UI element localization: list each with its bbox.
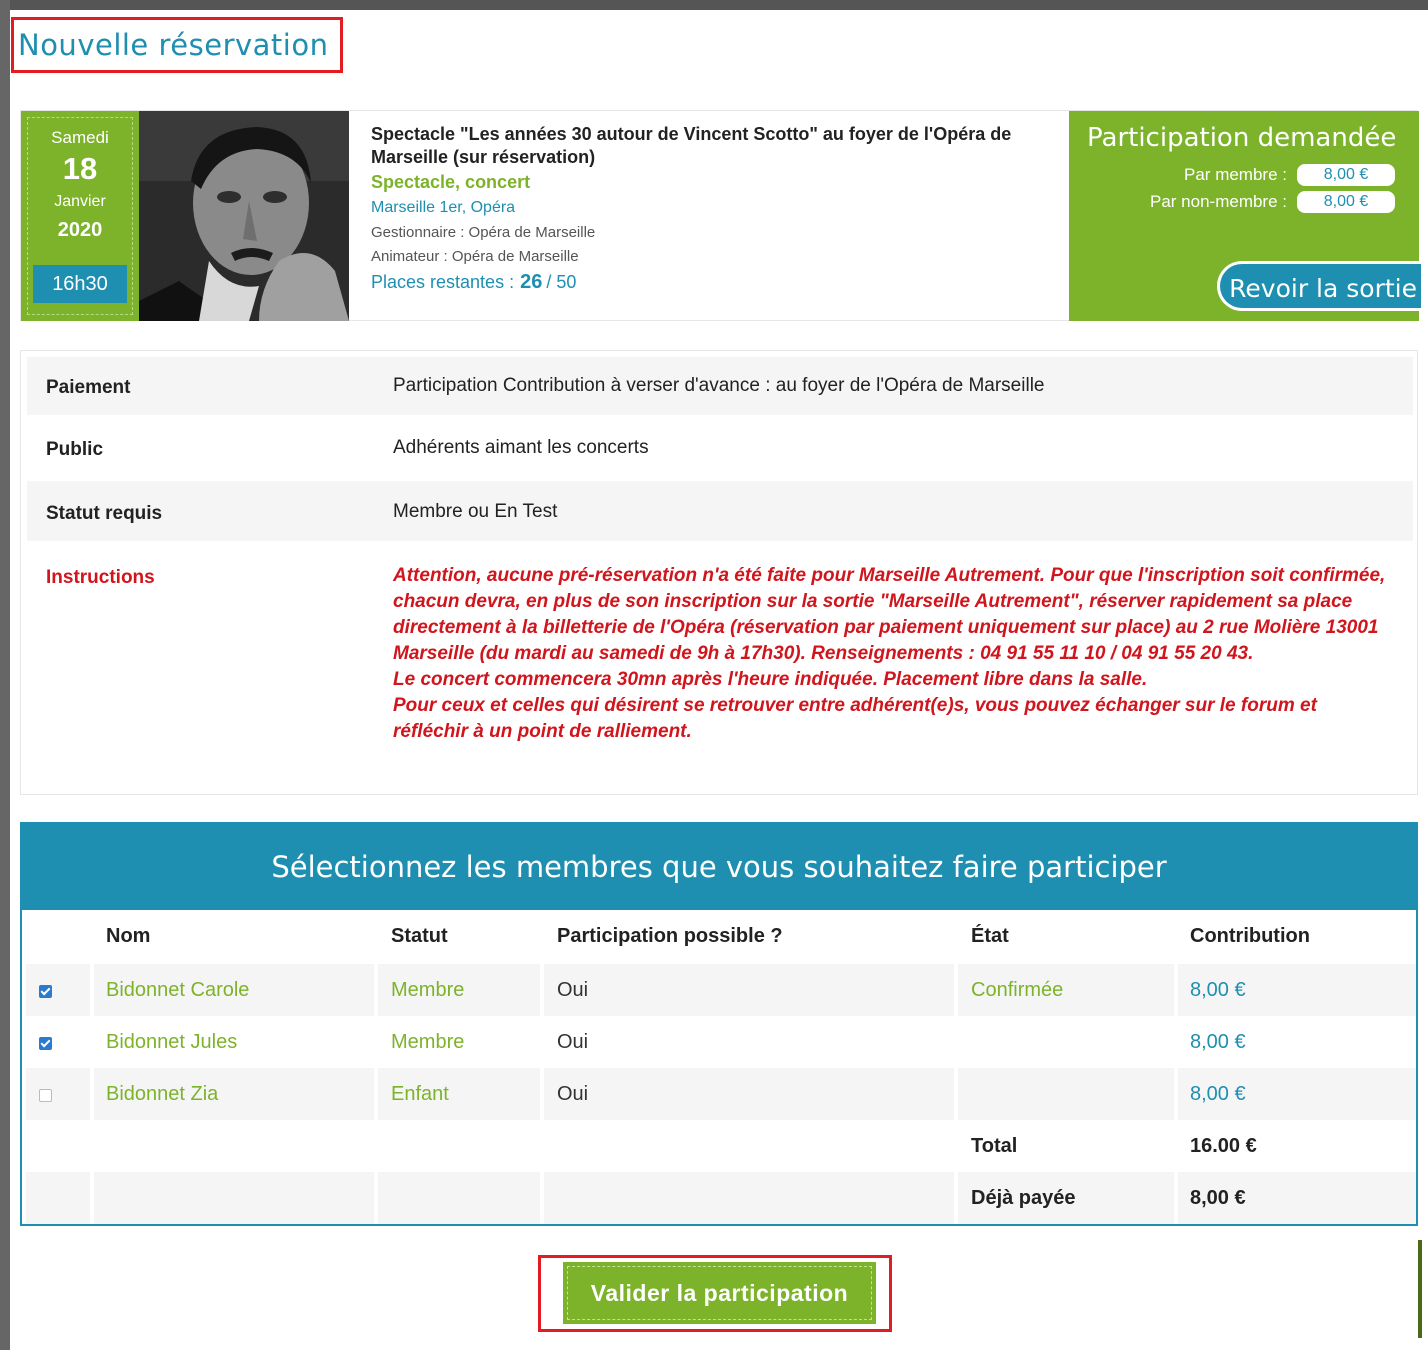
checkbox-cell (26, 1068, 90, 1120)
validate-participation-button[interactable]: Valider la participation (563, 1262, 876, 1324)
payment-label: Paiement (46, 377, 131, 398)
participation-title: Participation demandée (1087, 123, 1397, 153)
column-header-name: Nom (106, 925, 151, 947)
non-member-price-row: Par non-membre : 8,00 € (1150, 191, 1395, 213)
participation-panel: Participation demandée Par membre : 8,00… (1069, 111, 1421, 321)
page-title: Nouvelle réservation (18, 28, 329, 62)
places-total: / 50 (546, 272, 577, 292)
instructions-paragraph-1: Attention, aucune pré-réservation n'a ét… (393, 565, 1386, 664)
empty-cell (26, 1120, 90, 1172)
member-status: Membre (391, 1031, 465, 1053)
back-to-outing-button[interactable]: Revoir la sortie (1217, 261, 1421, 311)
paid-label: Déjà payée (958, 1172, 1174, 1224)
member-possible: Oui (544, 1068, 954, 1120)
payment-value: Participation Contribution à verser d'av… (393, 375, 1045, 396)
member-contribution: 8,00 € (1178, 964, 1416, 1016)
event-host: Animateur : Opéra de Marseille (371, 248, 579, 265)
public-value: Adhérents aimant les concerts (393, 437, 649, 458)
table-row: Bidonnet Jules Membre Oui 8,00 € (26, 1016, 1416, 1068)
table-row: Bidonnet Carole Membre Oui Confirmée 8,0… (26, 964, 1416, 1016)
event-photo (139, 111, 349, 321)
window-top-border (0, 0, 1428, 10)
status-row: Statut requis Membre ou En Test (27, 481, 1413, 541)
instructions-paragraph-3: Pour ceux et celles qui désirent se retr… (393, 695, 1317, 742)
member-price-label: Par membre : (1184, 165, 1287, 184)
total-value: 16.00 € (1190, 1135, 1257, 1157)
member-price: 8,00 € (1297, 164, 1395, 186)
member-possible: Oui (544, 964, 954, 1016)
event-info: Spectacle "Les années 30 autour de Vince… (371, 123, 1061, 294)
member-checkbox[interactable] (39, 985, 52, 998)
places-remaining-count: 26 (520, 271, 543, 293)
empty-cell (26, 1172, 90, 1224)
empty-cell (378, 1172, 540, 1224)
empty-cell (544, 1172, 954, 1224)
member-state (958, 1068, 1174, 1120)
member-state: Confirmée (958, 964, 1174, 1016)
instructions-paragraph-2: Le concert commencera 30mn après l'heure… (393, 669, 1148, 690)
right-edge-marker (1418, 1240, 1422, 1338)
payment-row: Paiement Participation Contribution à ve… (27, 357, 1413, 415)
member-name[interactable]: Bidonnet Jules (94, 1016, 374, 1068)
header-checkbox-cell (26, 910, 90, 962)
date-year: 2020 (57, 219, 103, 241)
table-row: Bidonnet Zia Enfant Oui 8,00 € (26, 1068, 1416, 1120)
status-label: Statut requis (46, 503, 163, 524)
column-header-status: Statut (391, 925, 448, 947)
member-status: Membre (378, 964, 540, 1016)
date-block: Samedi 18 Janvier 2020 16h30 (21, 111, 139, 321)
member-name[interactable]: Bidonnet Zia (94, 1068, 374, 1120)
checkbox-cell (26, 1016, 90, 1068)
non-member-price-label: Par non-membre : (1150, 192, 1287, 211)
column-header-contribution: Contribution (1190, 925, 1310, 947)
event-details-table: Paiement Participation Contribution à ve… (20, 350, 1418, 795)
member-price-row: Par membre : 8,00 € (1184, 164, 1395, 186)
date-day: Samedi (51, 128, 109, 147)
paid-row: Déjà payée 8,00 € (26, 1172, 1416, 1224)
members-header: Sélectionnez les membres que vous souhai… (22, 824, 1416, 910)
non-member-price: 8,00 € (1297, 191, 1395, 213)
member-checkbox[interactable] (39, 1089, 52, 1102)
public-row: Public Adhérents aimant les concerts (27, 419, 1413, 477)
event-time: 16h30 (33, 265, 127, 303)
member-contribution: 8,00 € (1178, 1068, 1416, 1120)
event-location[interactable]: Marseille 1er, Opéra (371, 199, 1061, 217)
public-label: Public (46, 439, 104, 460)
empty-cell (544, 1120, 954, 1172)
members-panel: Sélectionnez les membres que vous souhai… (20, 822, 1418, 1226)
event-manager: Gestionnaire : Opéra de Marseille (371, 224, 596, 241)
table-header-row: Nom Statut Participation possible ? État… (26, 910, 1416, 962)
paid-value: 8,00 € (1178, 1172, 1416, 1224)
total-row: Total 16.00 € (26, 1120, 1416, 1172)
checkbox-cell (26, 964, 90, 1016)
date-number: 18 (62, 151, 98, 186)
date-month: Janvier (54, 193, 106, 210)
member-checkbox[interactable] (39, 1037, 52, 1050)
column-header-possible: Participation possible ? (557, 925, 783, 947)
places-remaining: Places restantes :26/ 50 (371, 271, 1061, 294)
column-header-state: État (971, 925, 1009, 947)
portrait-image (139, 111, 349, 321)
empty-cell (94, 1120, 374, 1172)
member-possible: Oui (557, 1031, 589, 1053)
member-status: Enfant (378, 1068, 540, 1120)
instructions-row: Instructions Attention, aucune pré-réser… (27, 545, 1413, 787)
event-category: Spectacle, concert (371, 172, 531, 192)
total-label: Total (971, 1135, 1018, 1157)
status-value: Membre ou En Test (393, 501, 558, 522)
instructions-label: Instructions (46, 567, 155, 588)
member-contribution: 8,00 € (1190, 1031, 1246, 1053)
event-card: Samedi 18 Janvier 2020 16h30 Spectacle "… (20, 110, 1421, 321)
event-title: Spectacle "Les années 30 autour de Vince… (371, 124, 1012, 167)
empty-cell (378, 1120, 540, 1172)
empty-cell (94, 1172, 374, 1224)
member-name[interactable]: Bidonnet Carole (94, 964, 374, 1016)
member-state (958, 1016, 1174, 1068)
instructions-text: Attention, aucune pré-réservation n'a ét… (393, 563, 1393, 745)
places-label: Places restantes : (371, 272, 515, 292)
window-left-border (0, 0, 10, 1350)
